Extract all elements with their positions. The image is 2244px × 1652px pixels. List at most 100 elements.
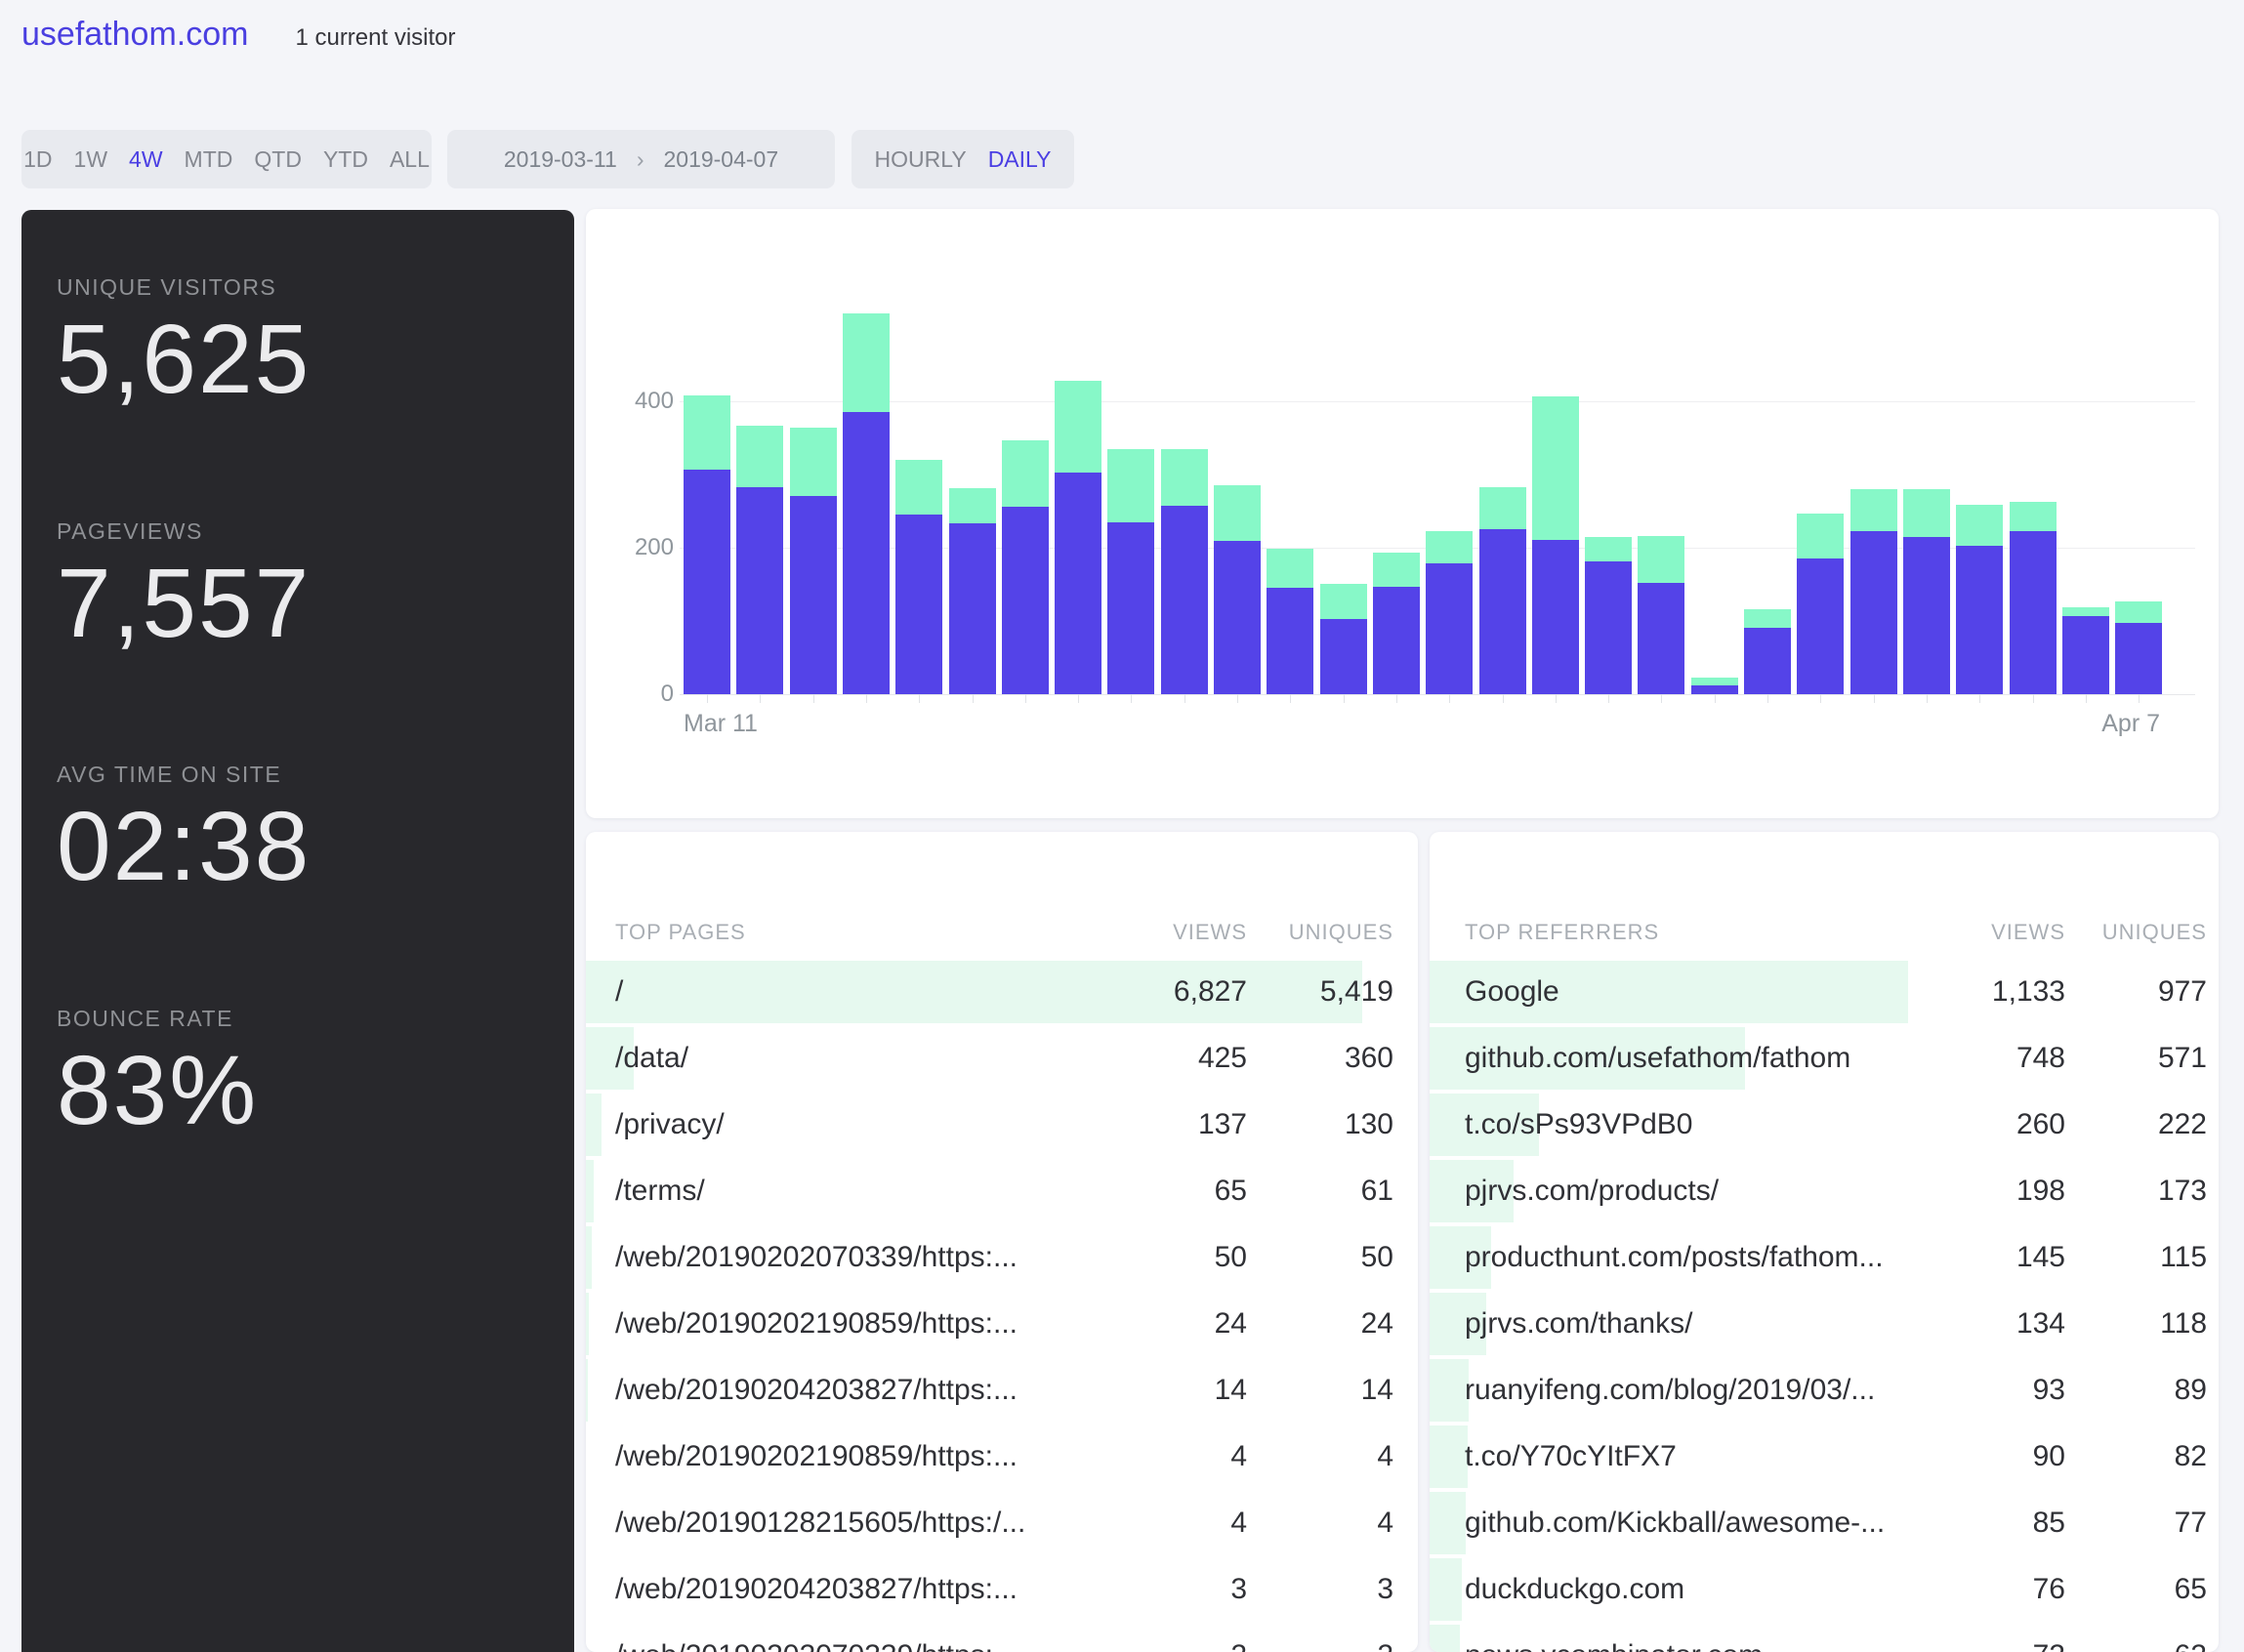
uniques-segment — [843, 412, 890, 694]
bar-mar-11[interactable] — [684, 395, 730, 694]
bar-mar-12[interactable] — [736, 426, 783, 694]
table-row[interactable]: /privacy/137130 — [586, 1092, 1418, 1158]
table-row[interactable]: /terms/6561 — [586, 1158, 1418, 1224]
table-row[interactable]: /web/20190202070339/https:...5050 — [586, 1224, 1418, 1291]
row-uniques-value: 82 — [1430, 1440, 2207, 1473]
range-mtd[interactable]: MTD — [185, 146, 233, 173]
bar-mar-13[interactable] — [790, 428, 837, 694]
x-axis-tick — [1344, 694, 1345, 703]
bar-apr-7[interactable] — [2115, 601, 2162, 694]
pageviews-segment — [1267, 549, 1313, 588]
table-row[interactable]: ruanyifeng.com/blog/2019/03/...9389 — [1430, 1357, 2219, 1424]
row-uniques-value: 77 — [1430, 1507, 2207, 1540]
table-row[interactable]: /web/20190202190859/https:...2424 — [586, 1291, 1418, 1357]
uniques-segment — [1956, 546, 2003, 694]
bar-mar-30[interactable] — [1691, 678, 1738, 694]
uniques-segment — [2062, 616, 2109, 694]
pageviews-segment — [1585, 537, 1632, 561]
granularity-daily[interactable]: DAILY — [988, 146, 1052, 173]
bar-apr-4[interactable] — [1956, 505, 2003, 694]
pageviews-segment — [1426, 531, 1473, 563]
bar-apr-6[interactable] — [2062, 607, 2109, 694]
visitors-chart-card: 0 200 400 Mar 11 Apr 7 — [586, 209, 2219, 818]
bar-mar-27[interactable] — [1532, 396, 1579, 694]
range-ytd[interactable]: YTD — [323, 146, 368, 173]
uniques-segment — [1161, 506, 1208, 694]
x-axis-tick — [2139, 694, 2140, 703]
row-uniques-value: 222 — [1430, 1108, 2207, 1141]
table-row[interactable]: /web/20190128215605/https:/...44 — [586, 1490, 1418, 1556]
table-row[interactable]: producthunt.com/posts/fathom...145115 — [1430, 1224, 2219, 1291]
table-row[interactable]: t.co/Y70cYItFX79082 — [1430, 1424, 2219, 1490]
pageviews-segment — [949, 488, 996, 523]
pageviews-segment — [1161, 449, 1208, 506]
date-range-picker[interactable]: 2019-03-11 › 2019-04-07 — [447, 130, 835, 188]
stat-value: 83% — [57, 1040, 258, 1142]
table-row[interactable]: /web/20190204203827/https:...33 — [586, 1556, 1418, 1623]
uniques-segment — [1214, 541, 1261, 694]
date-start[interactable]: 2019-03-11 — [504, 146, 617, 173]
table-row[interactable]: /data/425360 — [586, 1025, 1418, 1092]
bar-mar-20[interactable] — [1161, 449, 1208, 694]
pageviews-segment — [684, 395, 730, 470]
bar-mar-23[interactable] — [1320, 584, 1367, 694]
bar-mar-17[interactable] — [1002, 440, 1049, 694]
uniques-segment — [1002, 507, 1049, 694]
table-row[interactable]: /web/20190202190859/https:...44 — [586, 1424, 1418, 1490]
range-all[interactable]: ALL — [390, 146, 430, 173]
pageviews-segment — [1532, 396, 1579, 540]
stat-value: 5,625 — [57, 309, 311, 411]
bar-mar-26[interactable] — [1479, 487, 1526, 694]
bar-apr-3[interactable] — [1903, 489, 1950, 694]
table-row[interactable]: /web/20190204203827/https:...1414 — [586, 1357, 1418, 1424]
range-qtd[interactable]: QTD — [254, 146, 302, 173]
bar-apr-1[interactable] — [1797, 514, 1844, 694]
x-axis-tick — [1449, 694, 1450, 703]
bar-mar-15[interactable] — [895, 460, 942, 694]
bar-mar-14[interactable] — [843, 313, 890, 694]
stat-unique-visitors: UNIQUE VISITORS 5,625 — [57, 274, 311, 411]
range-1w[interactable]: 1W — [74, 146, 108, 173]
uniques-segment — [1903, 537, 1950, 694]
bar-mar-28[interactable] — [1585, 537, 1632, 694]
table-row[interactable]: Google1,133977 — [1430, 959, 2219, 1025]
granularity-hourly[interactable]: HOURLY — [875, 146, 967, 173]
date-end[interactable]: 2019-04-07 — [663, 146, 778, 173]
bar-mar-18[interactable] — [1055, 381, 1101, 694]
pageviews-segment — [1055, 381, 1101, 473]
bar-mar-24[interactable] — [1373, 553, 1420, 694]
table-row[interactable]: duckduckgo.com7665 — [1430, 1556, 2219, 1623]
bar-mar-31[interactable] — [1744, 609, 1791, 694]
table-row[interactable]: github.com/Kickball/awesome-...8577 — [1430, 1490, 2219, 1556]
table-title: TOP REFERRERS — [1465, 920, 1659, 945]
table-row[interactable]: /6,8275,419 — [586, 959, 1418, 1025]
bar-mar-25[interactable] — [1426, 531, 1473, 694]
stat-label: BOUNCE RATE — [57, 1006, 258, 1032]
bar-mar-19[interactable] — [1107, 449, 1154, 694]
pageviews-segment — [1479, 487, 1526, 529]
table-row[interactable]: news.ycombinator.com7262 — [1430, 1623, 2219, 1652]
bar-mar-21[interactable] — [1214, 485, 1261, 694]
table-row[interactable]: pjrvs.com/products/198173 — [1430, 1158, 2219, 1224]
bar-mar-29[interactable] — [1638, 536, 1684, 694]
bar-mar-22[interactable] — [1267, 549, 1313, 694]
range-1d[interactable]: 1D — [23, 146, 52, 173]
bar-apr-5[interactable] — [2010, 502, 2057, 694]
stat-pageviews: PAGEVIEWS 7,557 — [57, 518, 311, 655]
x-axis-tick — [813, 694, 814, 703]
x-axis-tick — [973, 694, 974, 703]
table-row[interactable]: /web/20190202070339/https:...22 — [586, 1623, 1418, 1652]
bar-mar-16[interactable] — [949, 488, 996, 694]
site-title-link[interactable]: usefathom.com — [21, 10, 248, 59]
range-4w[interactable]: 4W — [129, 146, 163, 173]
table-row[interactable]: github.com/usefathom/fathom748571 — [1430, 1025, 2219, 1092]
x-axis-tick — [1184, 694, 1185, 703]
pageviews-segment — [1373, 553, 1420, 587]
bar-apr-2[interactable] — [1850, 489, 1897, 694]
uniques-segment — [1691, 685, 1738, 694]
table-row[interactable]: t.co/sPs93VPdB0260222 — [1430, 1092, 2219, 1158]
uniques-segment — [1373, 587, 1420, 694]
gridline-400 — [680, 401, 2195, 402]
table-row[interactable]: pjrvs.com/thanks/134118 — [1430, 1291, 2219, 1357]
uniques-segment — [1585, 561, 1632, 694]
